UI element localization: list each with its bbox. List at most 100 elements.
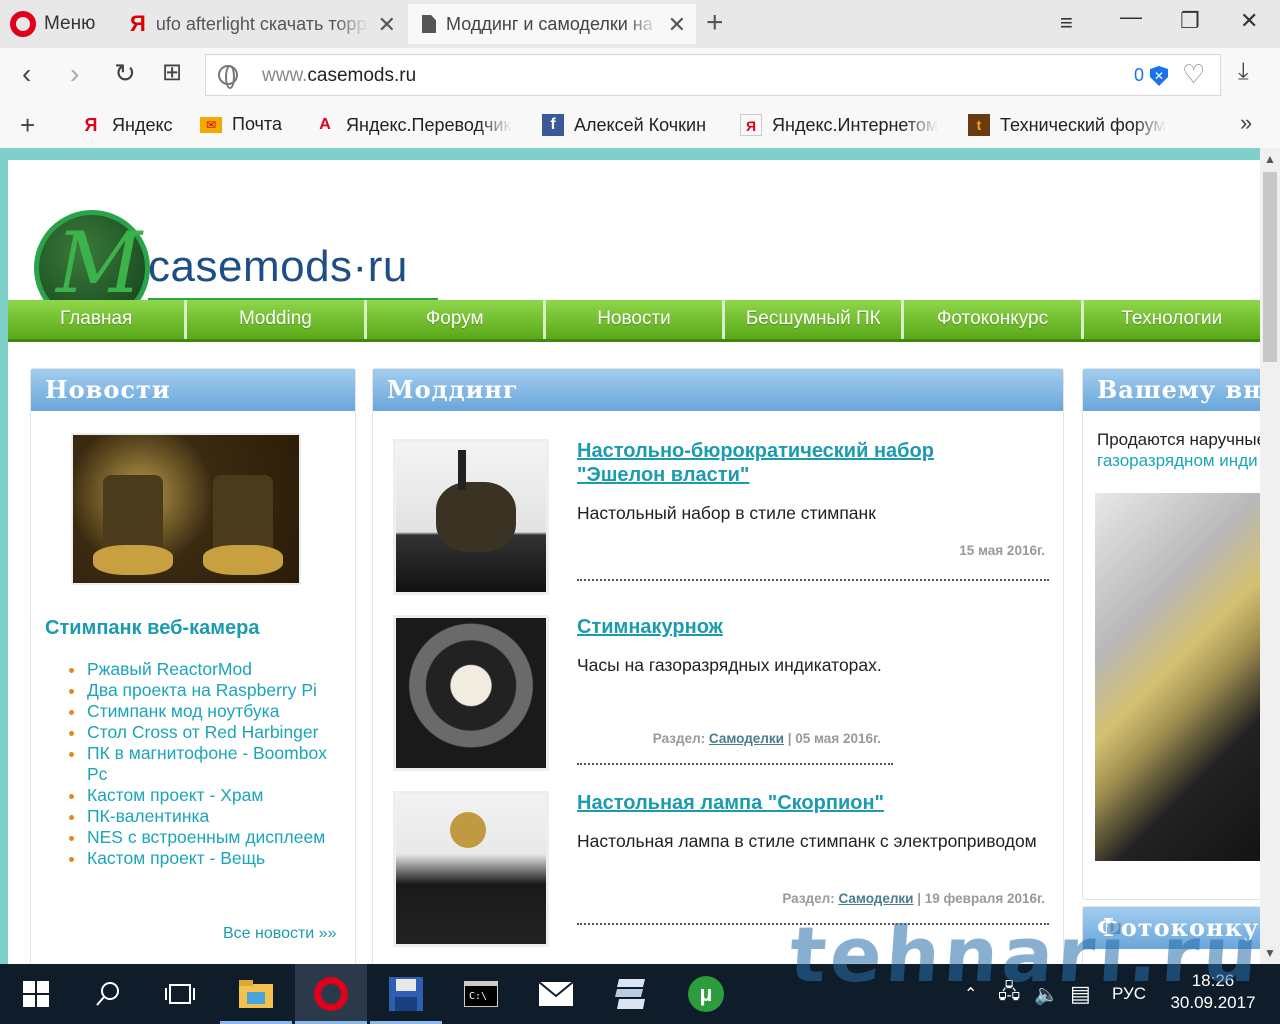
article-meta: Раздел: Самоделки | 19 февраля 2016г. [782, 891, 1045, 906]
tab-casemods[interactable]: Моддинг и самоделки на ✕ [408, 4, 696, 44]
task-view-button[interactable] [144, 964, 216, 1024]
article-meta: Раздел: Самоделки | 05 мая 2016г. [653, 731, 881, 746]
article-title[interactable]: Настольная лампа "Скорпион" [577, 791, 1057, 815]
section-link[interactable]: Самоделки [709, 731, 784, 746]
bookmarks-bar: + Я Яндекс ✉ Почта A Яндекс.Переводчик f… [0, 102, 1280, 148]
menu-item-modding[interactable]: Modding [187, 300, 367, 339]
tab-bar: Меню Я ufo afterlight скачать торр ✕ Мод… [0, 0, 1280, 48]
section-label: Раздел: [782, 891, 835, 906]
news-link[interactable]: Два проекта на Raspberry Pi [69, 680, 349, 701]
article-description: Часы на газоразрядных индикаторах. [577, 655, 882, 675]
news-link[interactable]: ПК-валентинка [69, 806, 349, 827]
site-logo[interactable]: M casemods·ru [34, 210, 454, 326]
bookmark-facebook[interactable]: f Алексей Кочкин [542, 114, 706, 136]
taskbar-save-app[interactable] [370, 964, 442, 1024]
task-view-icon [165, 984, 195, 1004]
add-bookmark-icon[interactable]: + [20, 110, 35, 141]
taskbar-archive[interactable] [595, 964, 667, 1024]
taskbar-opera[interactable] [295, 964, 367, 1024]
bookmark-mail[interactable]: ✉ Почта [200, 114, 282, 135]
page-scrollbar[interactable]: ▲ ▼ [1260, 148, 1280, 964]
taskbar-command-prompt[interactable]: C:\ [445, 964, 517, 1024]
modding-heading: Моддинг [373, 369, 1063, 411]
navigation-bar: ‹ › ↻ ⊞ www.casemods.ru 0 ✕ ♡ ⤓ [0, 48, 1280, 102]
news-link[interactable]: Стол Cross от Red Harbinger [69, 722, 349, 743]
adblock-shield-icon[interactable]: ✕ [1150, 66, 1168, 86]
article-thumbnail[interactable] [393, 615, 549, 771]
archive-icon [615, 979, 645, 1009]
menu-item-forum[interactable]: Форум [367, 300, 546, 339]
news-link[interactable]: NES с встроенным дисплеем [69, 827, 349, 848]
new-tab-icon[interactable]: + [706, 6, 724, 40]
menu-item-technologies[interactable]: Технологии [1084, 300, 1260, 339]
article-item: Стимнакурнож Часы на газоразрядных индик… [393, 615, 1053, 785]
article-thumbnail[interactable] [393, 439, 549, 595]
search-button[interactable] [72, 964, 144, 1024]
address-bar[interactable]: www.casemods.ru 0 ✕ ♡ [205, 54, 1221, 96]
news-link[interactable]: Кастом проект - Храм [69, 785, 349, 806]
forum-icon: t [968, 114, 990, 136]
bookmark-label: Почта [232, 114, 282, 134]
featured-news-image[interactable] [71, 433, 301, 585]
yandex-icon: Я [84, 115, 98, 135]
taskbar-mail[interactable] [520, 964, 592, 1024]
menu-item-news[interactable]: Новости [546, 300, 726, 339]
bookmark-internetometr[interactable]: Я Яндекс.Интернетом [740, 114, 938, 136]
tab-title: Моддинг и самоделки на [446, 13, 653, 34]
scroll-up-icon[interactable]: ▲ [1264, 152, 1276, 166]
more-bookmarks-icon[interactable]: » [1240, 110, 1252, 136]
search-icon [96, 982, 119, 1006]
news-link[interactable]: ПК в магнитофоне - Boombox Pc [69, 743, 349, 785]
watch-image[interactable] [1095, 493, 1260, 861]
attention-link[interactable]: газоразрядном инди [1097, 450, 1260, 471]
menu-item-photo-contest[interactable]: Фотоконкурс [904, 300, 1084, 339]
forward-icon[interactable]: › [70, 58, 79, 90]
restore-icon[interactable]: ❐ [1180, 8, 1200, 34]
bookmark-heart-icon[interactable]: ♡ [1182, 59, 1205, 90]
url-text[interactable]: www.casemods.ru [262, 65, 416, 87]
featured-news-title[interactable]: Стимпанк веб-камера [45, 617, 259, 640]
close-tab-icon[interactable]: ✕ [378, 12, 396, 38]
news-link[interactable]: Кастом проект - Вещь [69, 848, 349, 869]
menu-item-silent-pc[interactable]: Бесшумный ПК [725, 300, 905, 339]
speed-dial-icon[interactable]: ⊞ [162, 58, 182, 87]
blocked-count: 0 [1134, 65, 1145, 85]
taskbar-utorrent[interactable]: µ [670, 964, 742, 1024]
article-divider [577, 579, 1049, 581]
globe-icon [218, 65, 238, 89]
bookmark-yandex[interactable]: Я Яндекс [80, 114, 173, 136]
article-date: 15 мая 2016г. [959, 543, 1045, 558]
bookmark-tech-forum[interactable]: t Технический форум [968, 114, 1166, 136]
article-title[interactable]: Настольно-бюрократический набор "Эшелон … [577, 439, 977, 487]
back-icon[interactable]: ‹ [22, 58, 31, 90]
floppy-disk-icon [389, 977, 423, 1011]
news-link[interactable]: Стимпанк мод ноутбука [69, 701, 349, 722]
windows-logo-icon [23, 981, 49, 1007]
attention-panel: Вашему внима Продаются наручные газоразр… [1082, 368, 1260, 900]
lamp-shape [450, 812, 486, 848]
chimney-shape [458, 450, 466, 490]
opera-menu-button[interactable]: Меню [10, 8, 95, 40]
all-news-link[interactable]: Все новости »» [223, 925, 336, 943]
article-thumbnail[interactable] [393, 791, 549, 947]
scroll-down-icon[interactable]: ▼ [1264, 946, 1276, 960]
start-button[interactable] [0, 964, 72, 1024]
close-tab-icon[interactable]: ✕ [668, 12, 686, 38]
camera-shape [103, 475, 163, 555]
section-link[interactable]: Самоделки [838, 891, 913, 906]
article-title[interactable]: Стимнакурнож [577, 615, 977, 639]
bookmark-translator[interactable]: A Яндекс.Переводчик [314, 114, 512, 136]
tab-ufo[interactable]: Я ufo afterlight скачать торр ✕ [118, 4, 406, 44]
reload-icon[interactable]: ↻ [114, 58, 136, 89]
minimize-icon[interactable]: — [1120, 4, 1142, 30]
taskbar-file-explorer[interactable] [220, 964, 292, 1024]
download-icon[interactable]: ⤓ [1238, 58, 1249, 86]
tab-menu-icon[interactable]: ≡ [1060, 10, 1073, 36]
menu-item-home[interactable]: Главная [8, 300, 188, 339]
news-panel: Новости Стимпанк веб-камера Ржавый React… [30, 368, 356, 964]
news-list: Ржавый ReactorMod Два проекта на Raspber… [69, 659, 349, 869]
article-divider [577, 763, 893, 765]
scroll-thumb[interactable] [1263, 172, 1277, 362]
news-link[interactable]: Ржавый ReactorMod [69, 659, 349, 680]
close-window-icon[interactable]: ✕ [1240, 8, 1258, 34]
